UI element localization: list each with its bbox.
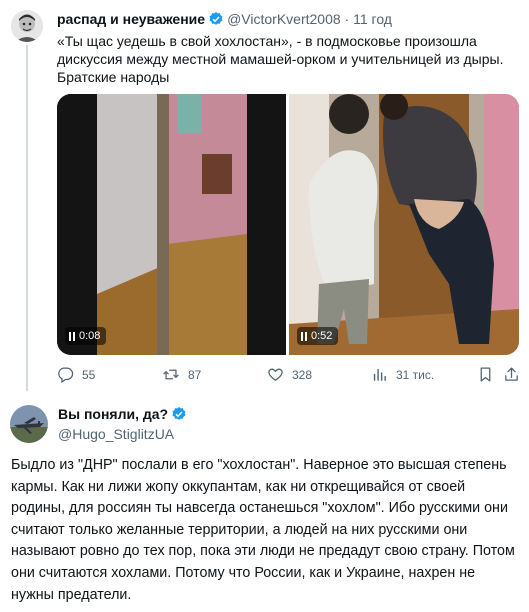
thread-connector-line	[26, 45, 28, 391]
reply-count: 55	[82, 367, 96, 382]
retweet-icon	[163, 369, 179, 380]
views-count: 31 тис.	[396, 367, 435, 382]
retweet-button[interactable]: 87	[162, 366, 201, 383]
video-2-duration: 0:52	[297, 327, 339, 345]
author-name[interactable]: распад и неуважение	[57, 11, 205, 27]
dot-separator: ·	[340, 11, 354, 27]
views-chart-icon	[373, 368, 386, 381]
bookmark-button[interactable]	[477, 366, 494, 383]
duration-label: 0:52	[311, 330, 333, 342]
verified-badge-icon	[171, 406, 187, 426]
media-grid: 0:08 0:52	[57, 94, 519, 355]
author-avatar[interactable]	[11, 10, 43, 42]
pause-icon[interactable]	[301, 331, 307, 341]
views-button[interactable]: 31 тис.	[371, 366, 434, 383]
tweet-text: Быдло из "ДНР" послали в его "хохлостан"…	[11, 457, 515, 603]
author-handle[interactable]: @VictorKvert2008	[227, 11, 341, 27]
tweet-actions: 55 87 328 31 тис.	[57, 366, 519, 386]
author-name-row: Вы поняли, да?	[58, 405, 190, 426]
like-count: 328	[292, 367, 313, 382]
tweet-quote[interactable]: Вы поняли, да? @Hugo_StiglitzUA Быдло из…	[0, 394, 529, 612]
retweet-count: 87	[188, 367, 202, 382]
video-2-frame	[289, 94, 519, 355]
reply-button[interactable]: 55	[57, 366, 95, 383]
tweet-header: распад и неуважение @VictorKvert2008 · 11…	[57, 10, 392, 31]
video-1-duration: 0:08	[65, 327, 107, 345]
pause-icon[interactable]	[69, 331, 75, 341]
author-name[interactable]: Вы поняли, да?	[58, 406, 168, 422]
like-button[interactable]: 328	[267, 366, 312, 383]
tweet-original[interactable]: распад и неуважение @VictorKvert2008 · 11…	[0, 0, 529, 394]
duration-label: 0:08	[79, 330, 101, 342]
video-thumbnail-1[interactable]: 0:08	[57, 94, 286, 355]
share-button[interactable]	[503, 366, 520, 383]
author-handle[interactable]: @Hugo_StiglitzUA	[58, 425, 174, 443]
tweet-text: «Ты щас уедешь в свой хохлостан», - в по…	[57, 33, 504, 85]
video-1-frame	[57, 94, 286, 355]
heart-icon	[268, 368, 283, 381]
reply-icon	[58, 367, 74, 383]
video-thumbnail-2[interactable]: 0:52	[289, 94, 519, 355]
verified-badge-icon	[208, 11, 224, 31]
tweet-time[interactable]: 11 год	[353, 11, 392, 27]
bookmark-icon	[480, 367, 491, 382]
share-icon	[505, 367, 518, 381]
author-avatar[interactable]	[10, 405, 48, 443]
